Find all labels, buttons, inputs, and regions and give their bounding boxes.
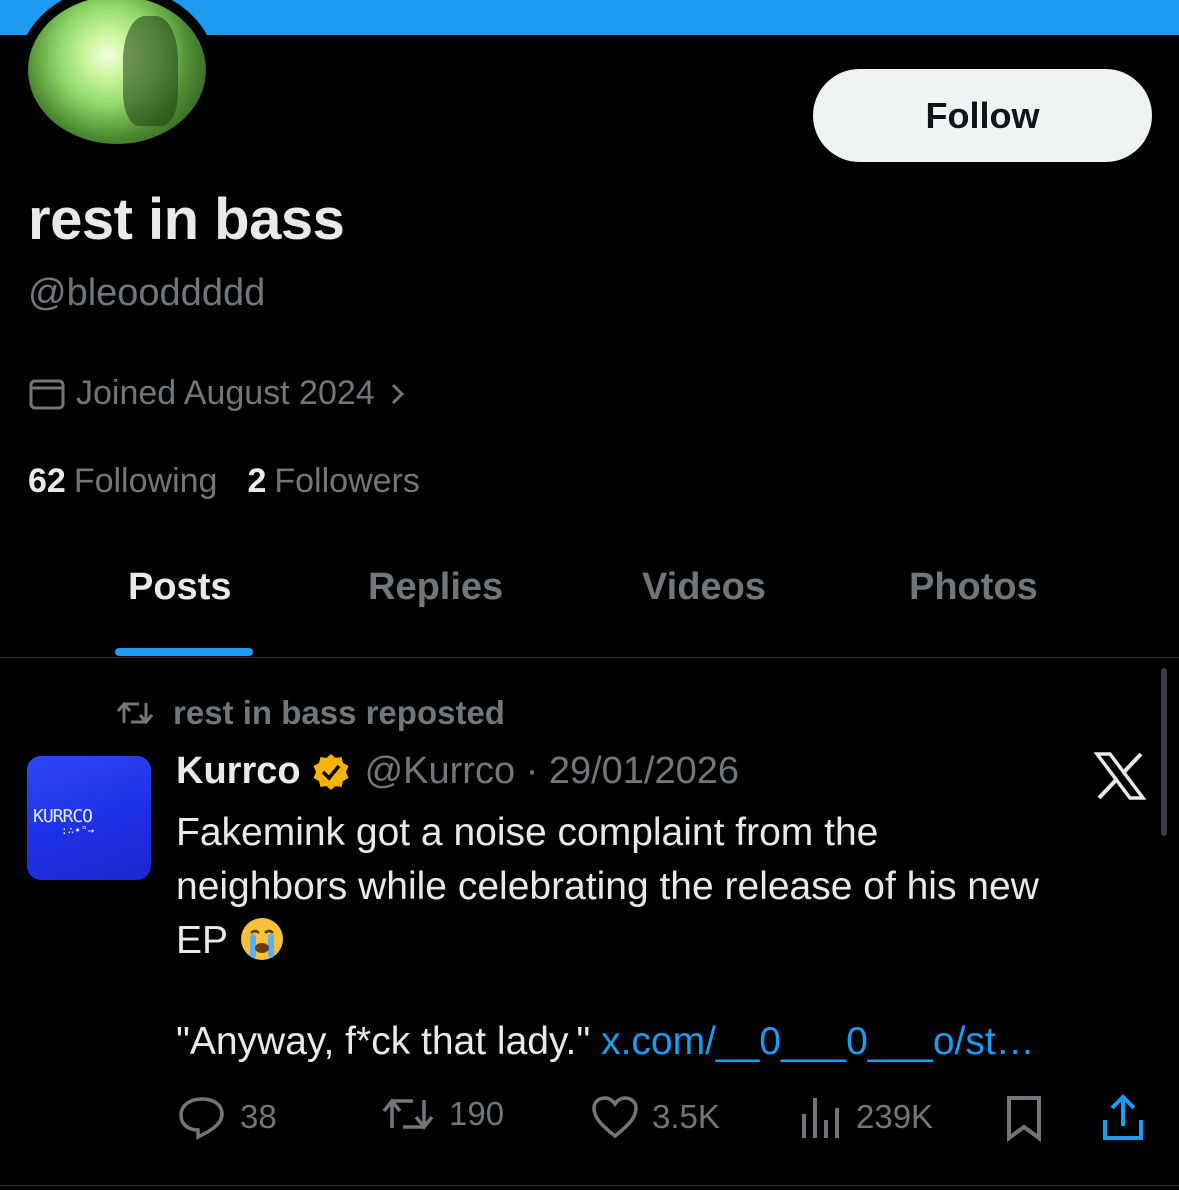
post-text-line: Fakemink got a noise complaint from the [176,811,879,854]
post-divider [0,1185,1179,1186]
avatar-image [28,0,206,144]
post-actions: 38 190 3.5K 239K [176,1094,1156,1142]
joined-text: Joined August 2024 [76,374,375,412]
post-quote-text: "Anyway, f*ck that lady." [176,1020,602,1063]
scrollbar[interactable] [1161,668,1167,836]
heart-icon [592,1096,638,1139]
like-action[interactable]: 3.5K [590,1094,720,1140]
repost-icon [382,1098,434,1130]
views-icon [802,1098,839,1138]
share-icon [1103,1094,1143,1140]
post-author-avatar[interactable]: KURRCO :∴•°→ [27,756,151,880]
crying-emoji-icon [238,918,286,962]
post-text-line: neighbors while celebrating the release … [176,865,1039,908]
post-link[interactable]: x.com/__0___0___o/st… [601,1020,1035,1063]
bookmark-action[interactable] [1002,1094,1058,1142]
post-text-line: EP [176,914,1156,968]
tab-videos[interactable]: Videos [642,566,766,609]
tab-replies[interactable]: Replies [368,566,503,609]
post-author-name[interactable]: Kurrco [176,750,301,793]
post-header: Kurrco @Kurrco · 29/01/2026 [176,750,739,793]
verified-badge-icon [311,752,351,792]
following-count: 62 [28,462,66,500]
like-count: 3.5K [652,1098,720,1135]
followers-count: 2 [247,462,267,500]
repost-count: 190 [449,1095,505,1132]
views-action[interactable]: 239K [798,1094,933,1140]
tab-posts[interactable]: Posts [128,566,231,609]
post-quote-line: "Anyway, f*ck that lady." x.com/__0___0_… [176,1020,1035,1064]
active-tab-indicator [115,648,253,656]
bookmark-icon [1007,1096,1041,1142]
calendar-icon [29,379,65,409]
tab-photos[interactable]: Photos [909,566,1038,609]
reply-count: 38 [240,1098,277,1135]
profile-display-name: rest in bass [28,187,345,252]
post-text-ep: EP [176,919,228,962]
tabs-divider [0,657,1179,658]
repost-action[interactable]: 190 [379,1094,504,1134]
repost-indicator[interactable]: rest in bass reposted [115,694,505,732]
share-action[interactable] [1100,1094,1158,1142]
follow-button[interactable]: Follow [813,69,1152,162]
followers-stat[interactable]: 2 Followers [247,462,419,501]
avatar-logo-mark: :∴•°→ [61,824,95,837]
x-logo-icon [1094,752,1146,800]
repost-label: rest in bass reposted [173,694,505,731]
post-handle-date[interactable]: @Kurrco · 29/01/2026 [365,750,739,793]
joined-date-row[interactable]: Joined August 2024 [28,374,417,413]
followers-label: Followers [274,462,420,500]
post-body[interactable]: Fakemink got a noise complaint from the … [176,806,1156,968]
following-label: Following [73,462,218,500]
reply-action[interactable]: 38 [176,1094,277,1140]
following-stat[interactable]: 62 Following [28,462,217,501]
repost-icon [116,701,154,725]
profile-handle: @bleooddddd [28,272,266,314]
views-count: 239K [856,1098,934,1135]
profile-avatar[interactable] [18,0,216,154]
chevron-right-icon [391,383,404,404]
reply-icon [179,1097,224,1140]
follow-stats: 62 Following 2 Followers [28,462,450,501]
